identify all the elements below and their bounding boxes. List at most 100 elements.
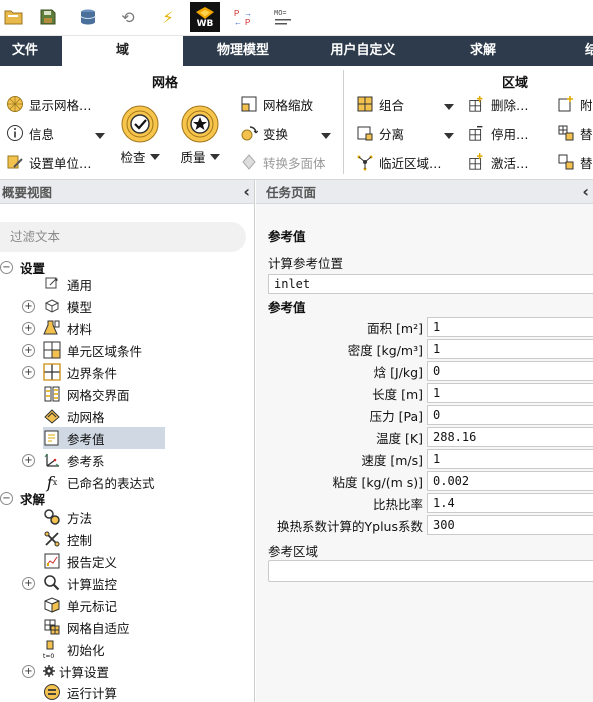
enthalpy-input[interactable]: 0 <box>427 361 593 381</box>
polyhedra-icon <box>240 153 258 171</box>
tree-item-boundary-conditions[interactable]: + 边界条件 <box>22 361 117 383</box>
delete-zone-button[interactable]: 删除… <box>468 93 529 115</box>
tree-item-report-definitions[interactable]: 报告定义 <box>43 550 117 572</box>
dynamic-mesh-icon <box>43 407 61 425</box>
scale-icon <box>240 95 258 113</box>
tree-section-solution-label: 求解 <box>20 491 46 507</box>
save-icon[interactable] <box>34 4 62 30</box>
tree-item-materials[interactable]: + 材料 <box>22 317 92 339</box>
combine-dropdown-icon[interactable] <box>444 104 454 110</box>
replace-mesh-button[interactable]: 替 <box>557 122 593 144</box>
outline-view-panel: 概要视图 ‹ 过滤文本 − 设置 通用 + 模型 + 材料 + 单元区域条件 +… <box>0 180 255 702</box>
tab-solution[interactable]: 求解 <box>423 36 543 66</box>
workbench-icon[interactable]: WB <box>190 2 220 32</box>
tree-item-named-expressions[interactable]: fx 已命名的表达式 <box>43 471 155 493</box>
tree-item-cell-registers[interactable]: 单元标记 <box>43 594 117 616</box>
tree-item-initialization[interactable]: t=0 初始化 <box>43 638 105 660</box>
tree-item-run-calculation[interactable]: 运行计算 <box>43 681 117 702</box>
tree-section-setup[interactable]: − 设置 <box>0 256 45 278</box>
convert-polyhedra-button[interactable]: 转换多面体 <box>240 151 326 173</box>
collapse-solution-icon[interactable]: − <box>0 491 13 505</box>
expand-cell-zone-icon[interactable]: + <box>22 343 35 357</box>
delete-zone-label: 删除… <box>491 97 529 113</box>
separate-label: 分离 <box>379 126 405 142</box>
viscosity-input[interactable]: 0.002 <box>427 471 593 491</box>
replace-zone-label: 替 <box>580 155 593 171</box>
expand-reference-frames-icon[interactable]: + <box>22 453 35 467</box>
tree-item-initialization-label: 初始化 <box>67 642 105 658</box>
tab-results[interactable]: 结 <box>575 36 593 66</box>
separate-dropdown-icon[interactable] <box>444 133 454 139</box>
expression-icon[interactable]: MO= <box>270 4 298 30</box>
info-button[interactable]: 信息 <box>6 122 54 144</box>
info-dropdown-icon[interactable] <box>95 133 105 139</box>
expand-monitors-icon[interactable]: + <box>22 576 35 590</box>
refresh-icon[interactable]: ⟲ <box>114 4 142 30</box>
tree-item-reference-values-label: 参考值 <box>67 431 105 447</box>
reference-values-icon <box>43 429 61 447</box>
tree-item-calculation-settings-label: 计算设置 <box>59 664 110 680</box>
separate-button[interactable]: 分离 <box>356 122 404 144</box>
transform-dropdown-icon[interactable] <box>321 133 331 139</box>
adjacency-button[interactable]: 临近区域… <box>356 151 442 173</box>
area-input[interactable]: 1 <box>427 317 593 337</box>
tab-user-defined[interactable]: 用户自定义 <box>303 36 423 66</box>
units-icon <box>6 153 24 171</box>
tree-item-report-definitions-label: 报告定义 <box>67 554 118 570</box>
transform-button[interactable]: 变换 <box>240 122 288 144</box>
parameters-icon[interactable]: P → ← P <box>230 4 258 30</box>
length-input[interactable]: 1 <box>427 383 593 403</box>
temperature-input[interactable]: 288.16 <box>427 427 593 447</box>
compute-from-select[interactable]: inlet <box>268 274 593 294</box>
tree-item-calculation-settings[interactable]: + 计算设置 <box>22 660 109 682</box>
reference-zone-select[interactable] <box>268 560 593 582</box>
collapse-left-icon[interactable]: ‹ <box>243 182 250 201</box>
mesh-scale-label: 网格缩放 <box>263 97 314 113</box>
tree-item-cell-zone-conditions[interactable]: + 单元区域条件 <box>22 339 142 361</box>
lightning-icon[interactable]: ⚡ <box>154 4 182 30</box>
viscosity-label: 粘度 [kg/(m s)] <box>332 475 423 490</box>
tree-item-reference-frames[interactable]: + 参考系 <box>22 449 105 471</box>
expand-models-icon[interactable]: + <box>22 299 35 313</box>
expand-materials-icon[interactable]: + <box>22 321 35 335</box>
specific-heat-ratio-input[interactable]: 1.4 <box>427 493 593 513</box>
velocity-input[interactable]: 1 <box>427 449 593 469</box>
density-input[interactable]: 1 <box>427 339 593 359</box>
combine-button[interactable]: 组合 <box>356 93 404 115</box>
tree-item-mesh-adaption[interactable]: 网格自适应 <box>43 616 130 638</box>
task-page-panel: 任务页面 ‹ 参考值 计算参考位置 inlet 参考值 面积 [m²] 1 密度… <box>256 180 593 702</box>
filter-text-input[interactable]: 过滤文本 <box>0 222 246 252</box>
tree-item-methods[interactable]: 方法 <box>43 506 92 528</box>
tree-item-models[interactable]: + 模型 <box>22 295 92 317</box>
collapse-setup-icon[interactable]: − <box>0 260 13 274</box>
yplus-input[interactable]: 300 <box>427 515 593 535</box>
tab-file[interactable]: 文件 <box>0 36 50 66</box>
collapse-right-icon[interactable]: ‹ <box>582 182 589 201</box>
check-dropdown-icon <box>149 153 160 160</box>
initialization-icon: t=0 <box>43 640 61 659</box>
deactivate-zone-button[interactable]: 停用… <box>468 122 529 144</box>
activate-zone-button[interactable]: 激活… <box>468 151 529 173</box>
quality-button[interactable]: 质量 <box>180 104 220 166</box>
tab-domain[interactable]: 域 <box>62 36 183 66</box>
tab-physics[interactable]: 物理模型 <box>183 36 303 66</box>
pressure-input[interactable]: 0 <box>427 405 593 425</box>
tree-item-general[interactable]: 通用 <box>43 273 92 295</box>
append-button[interactable]: 附 <box>557 93 593 115</box>
replace-zone-button[interactable]: 替 <box>557 151 593 173</box>
set-units-button[interactable]: 设置单位… <box>6 151 92 173</box>
show-mesh-button[interactable]: 显示网格… <box>6 93 92 115</box>
tree-item-mesh-interfaces[interactable]: 网格交界面 <box>43 383 130 405</box>
tree-item-monitors[interactable]: + 计算监控 <box>22 572 117 594</box>
database-icon[interactable] <box>74 4 102 30</box>
expand-calc-settings-icon[interactable]: + <box>22 664 35 678</box>
tree-item-dynamic-mesh[interactable]: 动网格 <box>43 405 105 427</box>
tree-item-controls[interactable]: 控制 <box>43 528 92 550</box>
tree-item-materials-label: 材料 <box>67 321 93 337</box>
open-file-icon[interactable] <box>0 4 28 30</box>
tree-section-solution[interactable]: − 求解 <box>0 487 45 509</box>
check-button[interactable]: 检查 <box>120 104 160 166</box>
mesh-scale-button[interactable]: 网格缩放 <box>240 93 313 115</box>
expand-boundary-icon[interactable]: + <box>22 365 35 379</box>
tree-item-reference-values[interactable]: 参考值 <box>43 427 165 449</box>
